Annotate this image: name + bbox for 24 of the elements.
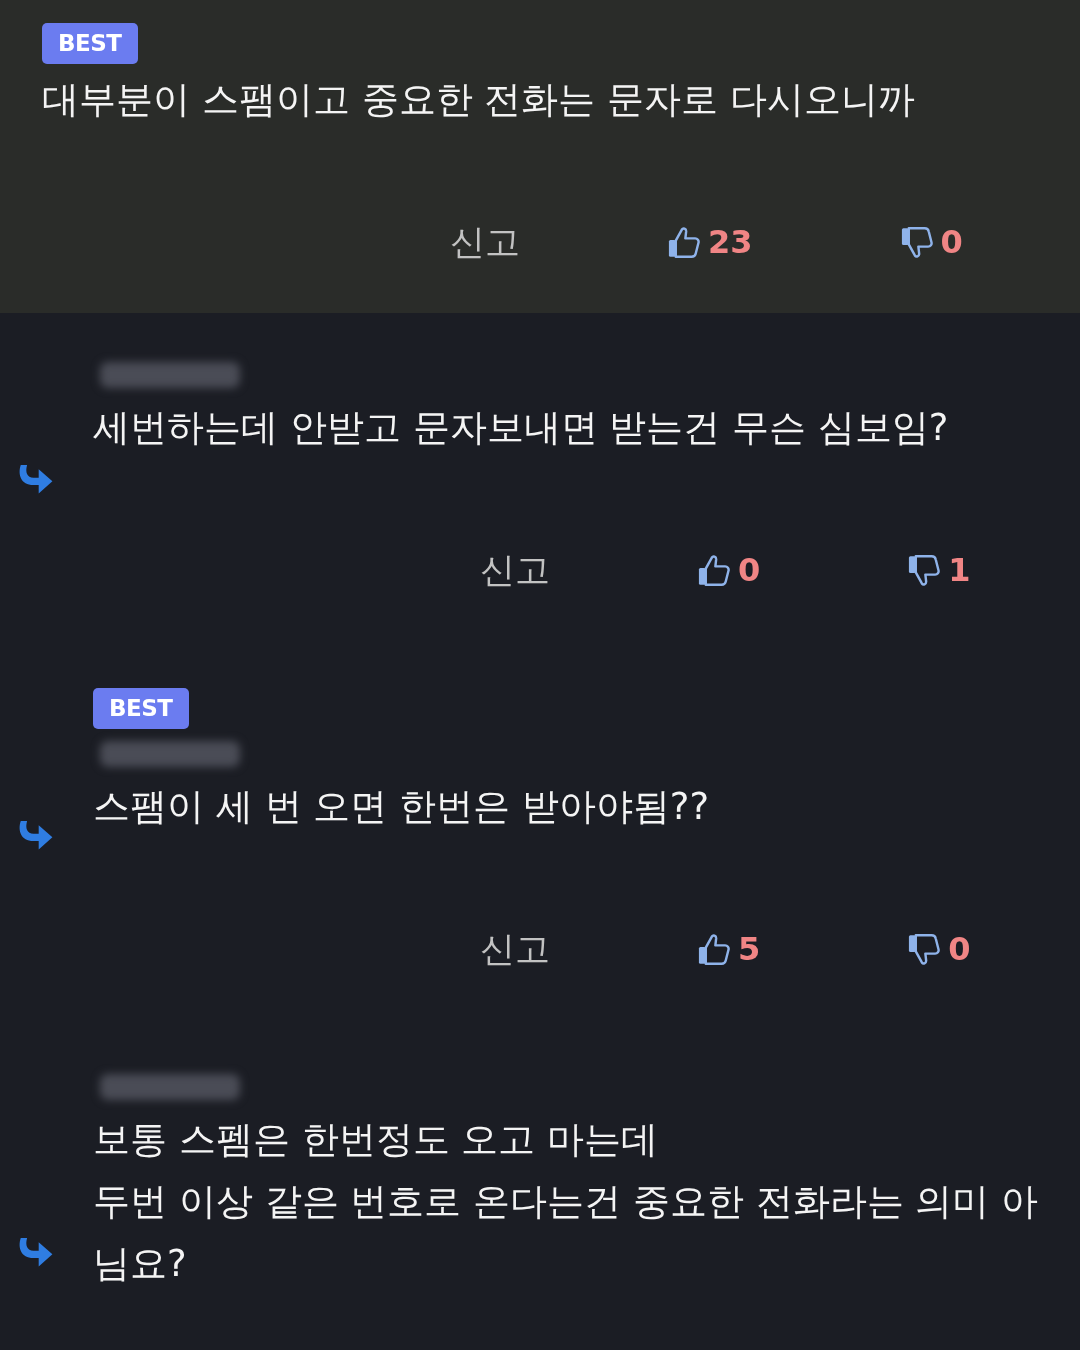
thumbs-up-icon — [668, 226, 700, 258]
like-button[interactable]: 23 — [668, 217, 753, 267]
comment-text: 스팸이 세 번 오면 한번은 받아야됨?? — [93, 784, 710, 830]
reply-arrow-icon — [17, 1237, 53, 1267]
dislike-button[interactable]: 1 — [908, 545, 971, 595]
comment-text: 대부분이 스팸이고 중요한 전화는 문자로 다시오니까 — [42, 77, 915, 123]
thumbs-down-icon — [900, 226, 933, 258]
thumbs-down-icon — [908, 933, 941, 965]
like-button[interactable]: 5 — [698, 924, 761, 974]
thumbs-up-icon — [698, 933, 730, 965]
thumbs-down-icon — [908, 554, 941, 586]
comment-text: 세번하는데 안받고 문자보내면 받는건 무슨 심보임? — [93, 405, 949, 451]
comment-text: 보통 스펨은 한번정도 오고 마는데 두번 이상 같은 번호로 온다는건 중요한 전화라는 의미 아 님요? — [93, 1117, 1039, 1287]
report-button[interactable]: 신고 — [480, 545, 550, 595]
best-badge: BEST — [93, 688, 189, 729]
reply-arrow-icon — [17, 821, 53, 850]
best-badge: BEST — [42, 23, 138, 64]
dislike-button[interactable]: 0 — [908, 924, 971, 974]
like-button[interactable]: 0 — [698, 545, 761, 595]
report-button[interactable]: 신고 — [450, 217, 520, 267]
dislike-button[interactable]: 0 — [900, 217, 963, 267]
thumbs-up-icon — [698, 554, 730, 586]
reply-arrow-icon — [17, 465, 53, 494]
report-button[interactable]: 신고 — [480, 924, 550, 974]
